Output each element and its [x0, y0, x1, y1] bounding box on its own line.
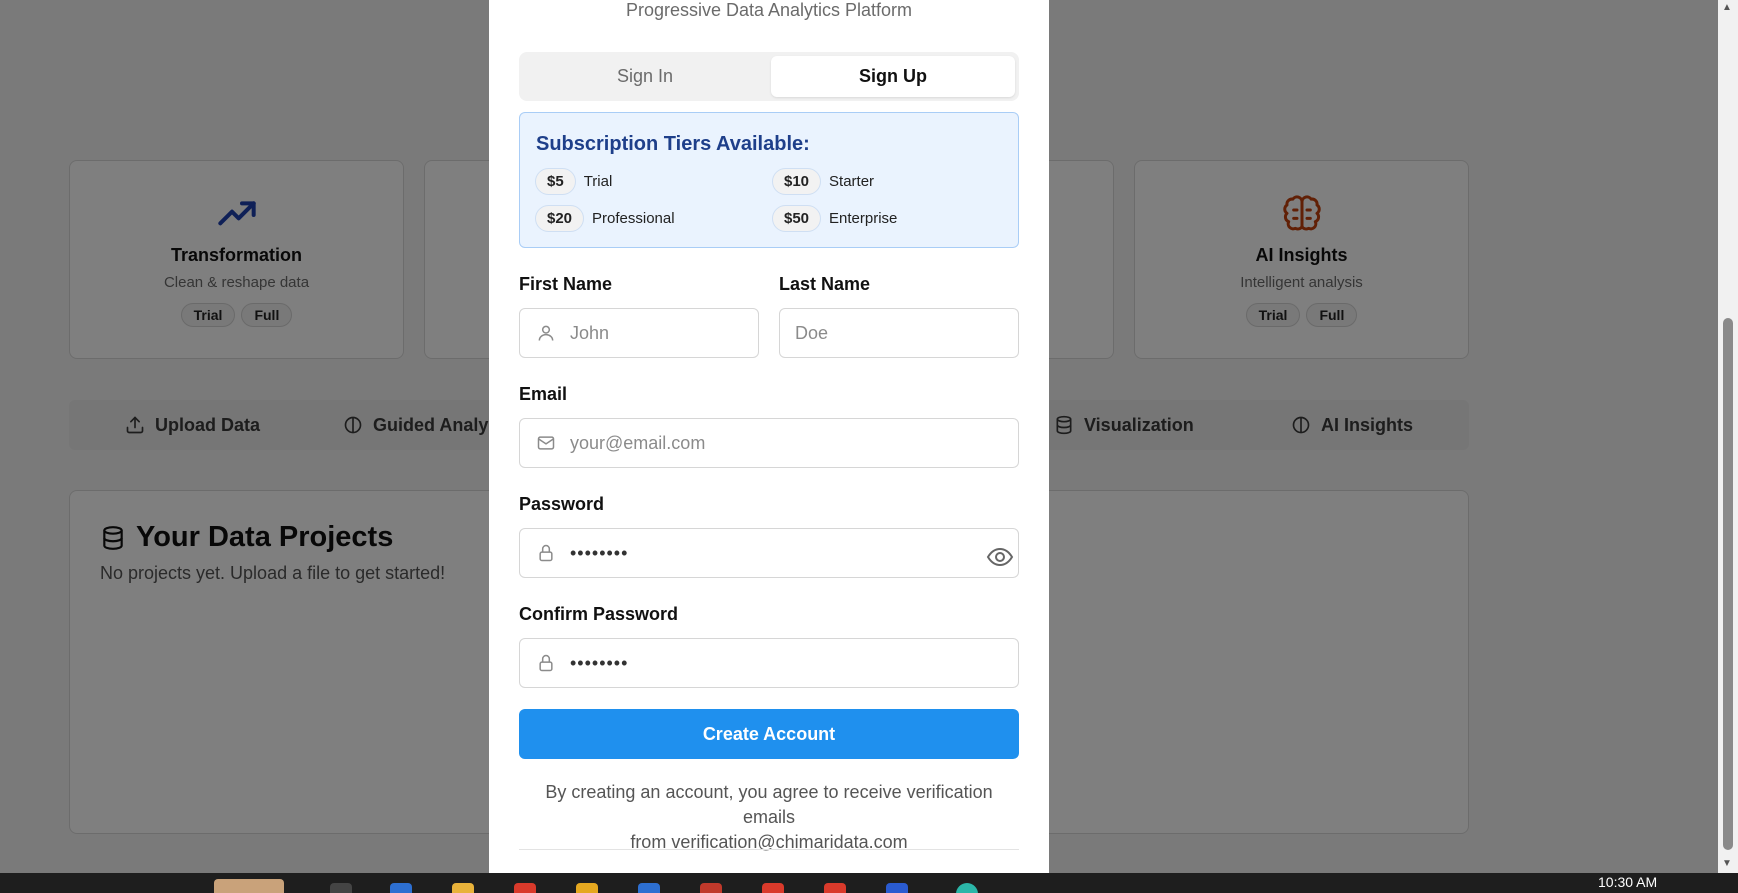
lock-icon	[539, 654, 553, 672]
create-account-button[interactable]: Create Account	[519, 709, 1019, 759]
first-name-placeholder: John	[570, 322, 610, 343]
tier-price: $50	[772, 205, 822, 232]
chrome-icon[interactable]	[824, 883, 846, 893]
email-placeholder: your@email.com	[570, 432, 706, 453]
mail-icon	[537, 436, 555, 450]
subscription-tiers: Subscription Tiers Available: $5 Trial $…	[519, 112, 1019, 248]
tab-sign-up[interactable]: Sign Up	[771, 56, 1015, 97]
lock-icon	[539, 544, 553, 562]
password-label: Password	[519, 494, 605, 514]
taskbar: 10:30 AM	[0, 873, 1738, 893]
chrome-icon[interactable]	[514, 883, 536, 893]
signup-modal: Progressive Data Analytics Platform Sign…	[489, 0, 1049, 873]
scrollbar[interactable]: ▲ ▼	[1718, 0, 1738, 873]
last-name-field[interactable]: Doe	[779, 308, 1019, 358]
tier-name: Enterprise	[829, 210, 898, 227]
tier-item: $50 Enterprise	[772, 205, 897, 232]
app-icon[interactable]	[700, 883, 722, 893]
chrome-icon[interactable]	[762, 883, 784, 893]
auth-tabs: Sign In Sign Up	[519, 52, 1019, 101]
tier-item: $20 Professional	[535, 205, 675, 232]
email-label: Email	[519, 384, 568, 404]
eye-icon[interactable]	[986, 545, 1014, 569]
taskbar-widget-icon[interactable]	[214, 879, 284, 893]
first-name-label: First Name	[519, 274, 613, 294]
confirm-password-field[interactable]: ••••••••	[519, 638, 1019, 688]
tier-price: $5	[535, 168, 576, 195]
clock[interactable]: 10:30 AM	[1598, 874, 1657, 890]
edge-icon[interactable]	[390, 883, 412, 893]
email-field[interactable]: your@email.com	[519, 418, 1019, 468]
modal-subtitle: Progressive Data Analytics Platform	[625, 0, 913, 20]
tier-name: Trial	[583, 173, 613, 190]
tier-name: Professional	[592, 210, 675, 227]
password-field[interactable]: ••••••••	[519, 528, 1019, 578]
terms-line-2: from verification@chimaridata.com	[630, 832, 908, 852]
confirm-password-label: Confirm Password	[519, 604, 679, 624]
scrollbar-thumb[interactable]	[1723, 318, 1733, 850]
app-icon[interactable]	[956, 883, 978, 893]
tier-item: $5 Trial	[535, 168, 612, 195]
tab-sign-in[interactable]: Sign In	[523, 56, 767, 97]
terms-text: By creating an account, you agree to rec…	[519, 780, 1019, 855]
tier-price: $20	[535, 205, 585, 232]
scroll-down-arrow[interactable]: ▼	[1722, 858, 1732, 869]
task-view-icon[interactable]	[330, 883, 352, 893]
tier-name: Starter	[829, 173, 875, 190]
first-name-field[interactable]: John	[519, 308, 759, 358]
divider	[519, 849, 1019, 850]
app-icon[interactable]	[886, 883, 908, 893]
password-value: ••••••••	[570, 542, 629, 563]
scroll-up-arrow[interactable]: ▲	[1722, 2, 1732, 13]
tier-item: $10 Starter	[772, 168, 874, 195]
confirm-password-value: ••••••••	[570, 652, 629, 673]
user-icon	[538, 325, 554, 341]
last-name-placeholder: Doe	[795, 322, 829, 343]
tier-price: $10	[772, 168, 822, 195]
tiers-heading: Subscription Tiers Available:	[536, 133, 810, 155]
app-icon[interactable]	[576, 883, 598, 893]
terms-line-1: By creating an account, you agree to rec…	[545, 782, 993, 827]
file-explorer-icon[interactable]	[452, 883, 474, 893]
app-icon[interactable]	[638, 883, 660, 893]
last-name-label: Last Name	[779, 274, 871, 294]
